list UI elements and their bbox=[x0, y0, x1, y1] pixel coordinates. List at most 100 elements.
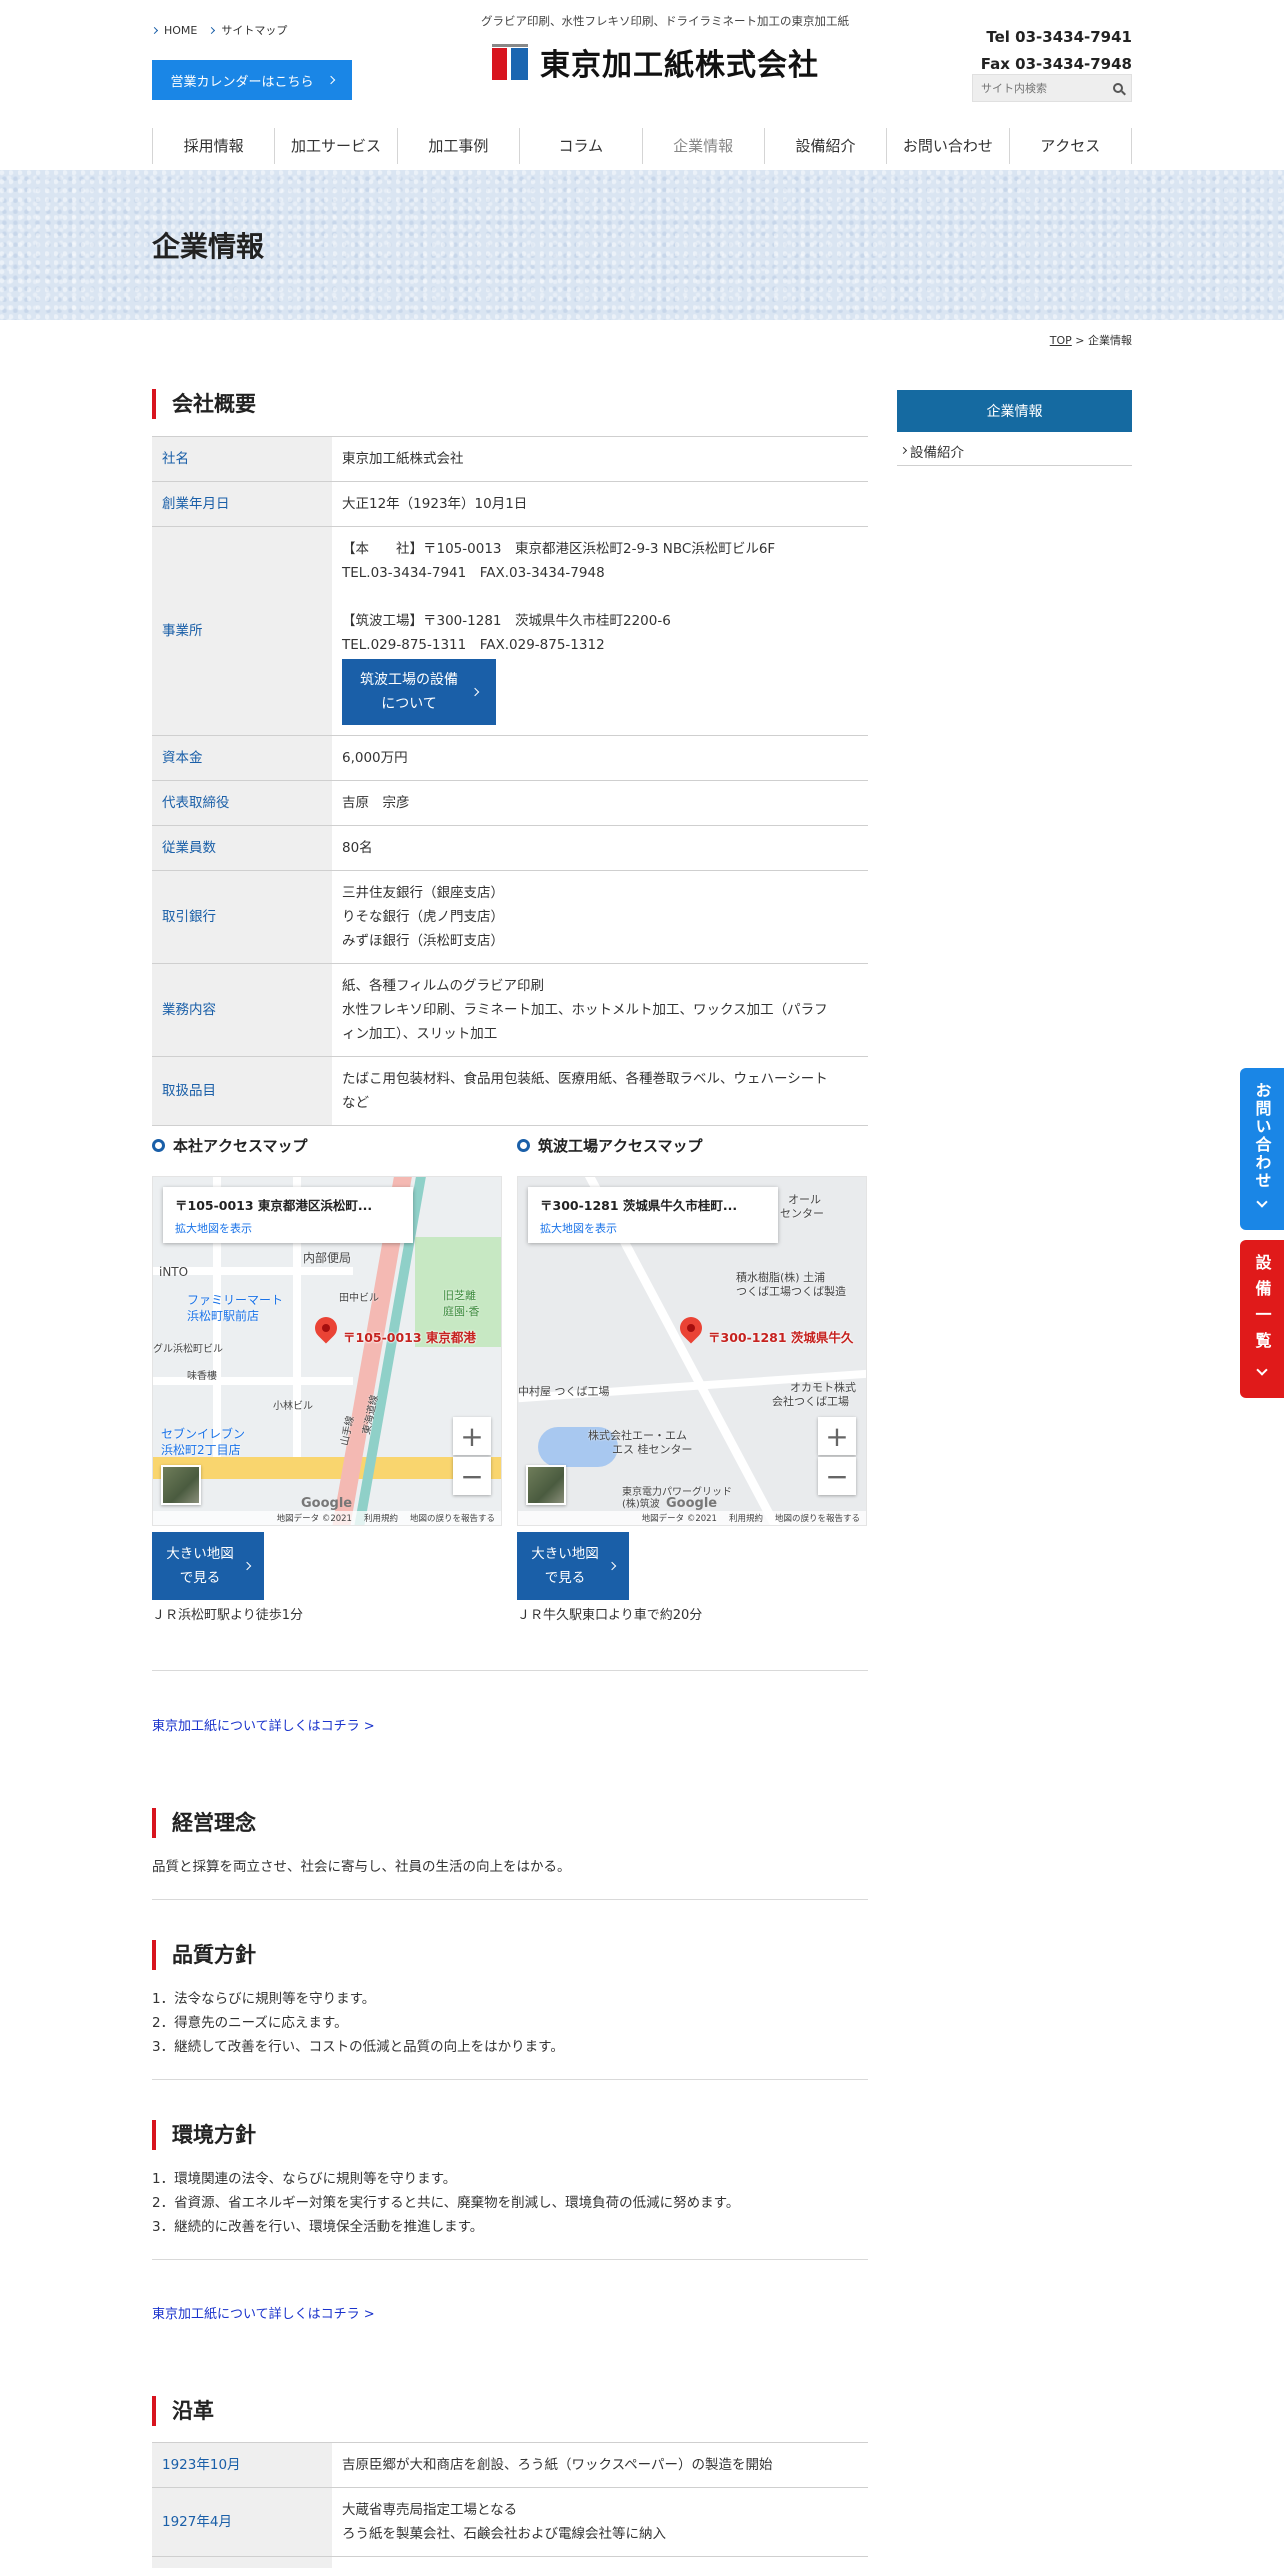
map-terms-link[interactable]: 利用規約 bbox=[364, 1512, 398, 1524]
map-report-link[interactable]: 地図の誤りを報告する bbox=[775, 1512, 860, 1524]
home-link-label[interactable]: HOME bbox=[164, 24, 197, 37]
nav-company[interactable]: 企業情報 bbox=[641, 128, 764, 164]
map-poi: 内部便局 bbox=[303, 1251, 352, 1265]
site-logo[interactable]: 東京加工紙株式会社 bbox=[492, 40, 819, 84]
sidebar-item-equipment[interactable]: 設備紹介 bbox=[897, 436, 1132, 466]
history-line: ろう紙を製菓会社、石鹸会社および電線会社等に納入 bbox=[342, 2526, 666, 2542]
map-poi: センター bbox=[780, 1207, 824, 1220]
more-about-link[interactable]: 東京加工紙について詳しくはコチラ > bbox=[152, 1715, 375, 1734]
table-row: 従業員数 80名 bbox=[152, 825, 868, 871]
map-footer: 地図データ ©2021 利用規約 地図の誤りを報告する bbox=[518, 1511, 866, 1525]
table-row: 事業所 【本 社】〒105-0013 東京都港区浜松町2-9-3 NBC浜松町ビ… bbox=[152, 526, 868, 736]
hq-map-block: 本社アクセスマップ 〒105-0013 東京都港区浜松町... 拡大地図を表示 内… bbox=[152, 1135, 502, 1623]
nav-equipment[interactable]: 設備紹介 bbox=[763, 128, 886, 164]
nav-recruit[interactable]: 採用情報 bbox=[152, 128, 274, 164]
nav-column[interactable]: コラム bbox=[519, 128, 641, 164]
chevron-right-icon bbox=[208, 26, 216, 34]
hq-map-card-title: 〒105-0013 東京都港区浜松町... bbox=[175, 1198, 373, 1213]
search-icon[interactable] bbox=[1113, 83, 1123, 93]
business-calendar-label[interactable]: 営業カレンダーはこちら bbox=[170, 71, 313, 90]
row-label: 社名 bbox=[152, 436, 332, 482]
hq-large-map-label: 大きい地図 で見る bbox=[166, 1546, 234, 1586]
map-poi: ファミリーマート bbox=[187, 1293, 284, 1307]
hq-pin-label: 〒105-0013 東京都港 bbox=[343, 1330, 476, 1345]
business-calendar-button[interactable]: 営業カレンダーはこちら bbox=[152, 60, 352, 100]
breadcrumb-current: 企業情報 bbox=[1088, 334, 1132, 347]
logo-mark-icon bbox=[492, 44, 528, 80]
map-poi: 浜松町駅前店 bbox=[187, 1309, 260, 1323]
nav-access[interactable]: アクセス bbox=[1008, 128, 1132, 164]
business-line: 水性フレキソ印刷、ラミネート加工、ホットメルト加工、ワックス加工（パラフ bbox=[342, 1002, 828, 1018]
table-row: 取扱品目 たばこ用包装材料、食品用包装紙、医療用紙、各種巻取ラベル、ウェハーシー… bbox=[152, 1056, 868, 1126]
tsukuba-map-card-title: 〒300-1281 茨城県牛久市桂町... bbox=[540, 1198, 738, 1213]
sidebar-heading[interactable]: 企業情報 bbox=[897, 390, 1132, 432]
nav-services[interactable]: 加工サービス bbox=[274, 128, 396, 164]
zoom-in-button[interactable]: + bbox=[818, 1417, 856, 1455]
tsukuba-map[interactable]: 〒300-1281 茨城県牛久市桂町... 拡大地図を表示 積水樹脂(株) 土浦 … bbox=[517, 1176, 867, 1526]
floating-contact-tab[interactable]: お問い合わせ bbox=[1240, 1068, 1284, 1230]
zoom-out-button[interactable]: − bbox=[453, 1457, 491, 1495]
philosophy-text: 品質と採算を両立させ、社会に寄与し、社員の生活の向上をはかる。 bbox=[152, 1859, 571, 1875]
satellite-toggle[interactable] bbox=[161, 1465, 201, 1505]
hq-large-map-button[interactable]: 大きい地図 で見る bbox=[152, 1532, 264, 1600]
hq-map-title-text: 本社アクセスマップ bbox=[173, 1137, 308, 1155]
nav-contact[interactable]: お問い合わせ bbox=[886, 128, 1008, 164]
zoom-out-button[interactable]: − bbox=[818, 1457, 856, 1495]
satellite-toggle[interactable] bbox=[526, 1465, 566, 1505]
divider bbox=[152, 2259, 868, 2260]
divider bbox=[152, 1670, 868, 1671]
bank-line: りそな銀行（虎ノ門支店） bbox=[342, 909, 504, 925]
more-about-link-2[interactable]: 東京加工紙について詳しくはコチラ > bbox=[152, 2303, 375, 2322]
map-poi: iNTO bbox=[159, 1265, 189, 1279]
tsukuba-equipment-label: 筑波工場の設備 について bbox=[360, 672, 458, 712]
row-value: 吉原 宗彦 bbox=[332, 780, 868, 826]
map-terms-link[interactable]: 利用規約 bbox=[729, 1512, 763, 1524]
history-table: 1923年10月 吉原臣郷が大和商店を創設、ろう紙（ワックスペーパー）の製造を開… bbox=[152, 2442, 868, 2568]
chevron-right-icon bbox=[150, 26, 159, 34]
map-report-link[interactable]: 地図の誤りを報告する bbox=[410, 1512, 495, 1524]
floating-equipment-tab[interactable]: 設備一覧 bbox=[1240, 1240, 1284, 1398]
business-line: 紙、各種フィルムのグラビア印刷 bbox=[342, 978, 544, 994]
list-item: 1．法令ならびに規則等を守ります。 bbox=[152, 1991, 376, 2007]
tsukuba-map-info-card: 〒300-1281 茨城県牛久市桂町... 拡大地図を表示 bbox=[528, 1187, 778, 1243]
environment-heading: 環境方針 bbox=[152, 2120, 256, 2150]
table-row: 代表取締役 吉原 宗彦 bbox=[152, 780, 868, 826]
hq-map-enlarge-link[interactable]: 拡大地図を表示 bbox=[175, 1220, 401, 1236]
ring-icon bbox=[152, 1139, 165, 1152]
tsukuba-large-map-button[interactable]: 大きい地図 で見る bbox=[517, 1532, 629, 1600]
zoom-in-button[interactable]: + bbox=[453, 1417, 491, 1455]
chevron-down-icon bbox=[1256, 1196, 1268, 1208]
table-row: 1923年10月 吉原臣郷が大和商店を創設、ろう紙（ワックスペーパー）の製造を開… bbox=[152, 2442, 868, 2488]
floating-contact-label: お問い合わせ bbox=[1252, 1082, 1272, 1190]
divider bbox=[152, 2079, 868, 2080]
chevron-right-icon bbox=[607, 1561, 616, 1571]
search-input[interactable] bbox=[981, 81, 1101, 95]
bank-line: 三井住友銀行（銀座支店） bbox=[342, 885, 504, 901]
row-value: 【本 社】〒105-0013 東京都港区浜松町2-9-3 NBC浜松町ビル6F … bbox=[332, 526, 868, 736]
hq-map[interactable]: 〒105-0013 東京都港区浜松町... 拡大地図を表示 内部便局 iNTO フ… bbox=[152, 1176, 502, 1526]
sitemap-link[interactable]: サイトマップ bbox=[208, 22, 287, 38]
map-poi: 庭園·香 bbox=[443, 1305, 480, 1318]
google-logo: Google bbox=[666, 1496, 718, 1511]
table-row: 資本金 6,000万円 bbox=[152, 735, 868, 781]
sitemap-link-label[interactable]: サイトマップ bbox=[221, 22, 287, 38]
row-value: たばこ用包装材料、食品用包装紙、医療用紙、各種巻取ラベル、ウェハーシート など bbox=[332, 1056, 868, 1126]
home-link[interactable]: HOME bbox=[150, 22, 197, 38]
chevron-right-icon bbox=[242, 1561, 251, 1571]
office-line: TEL.03-3434-7941 FAX.03-3434-7948 bbox=[342, 565, 605, 581]
row-label: 資本金 bbox=[152, 735, 332, 781]
row-value: 三井住友銀行（銀座支店） りそな銀行（虎ノ門支店） みずほ銀行（浜松町支店） bbox=[332, 870, 868, 964]
tagline: グラビア印刷、水性フレキソ印刷、ドライラミネート加工の東京加工紙 bbox=[481, 14, 849, 28]
tsukuba-equipment-button[interactable]: 筑波工場の設備 について bbox=[342, 659, 496, 725]
tsukuba-map-enlarge-link[interactable]: 拡大地図を表示 bbox=[540, 1220, 766, 1236]
tsukuba-map-block: 筑波工場アクセスマップ 〒300-1281 茨城県牛久市桂町... 拡大地図を表示… bbox=[517, 1135, 867, 1623]
map-poi: つくば工場つくば製造 bbox=[736, 1285, 846, 1298]
map-poi: エス 桂センター bbox=[612, 1443, 693, 1456]
row-label: 業務内容 bbox=[152, 963, 332, 1057]
map-poi: グル浜松町ビル bbox=[153, 1344, 223, 1355]
row-value: 大正12年（1923年）10月1日 bbox=[332, 481, 868, 527]
hq-map-title: 本社アクセスマップ bbox=[152, 1135, 502, 1156]
office-line: 【筑波工場】〒300-1281 茨城県牛久市桂町2200-6 bbox=[342, 613, 671, 629]
nav-cases[interactable]: 加工事例 bbox=[396, 128, 519, 164]
breadcrumb-top-link[interactable]: TOP bbox=[1050, 334, 1072, 347]
